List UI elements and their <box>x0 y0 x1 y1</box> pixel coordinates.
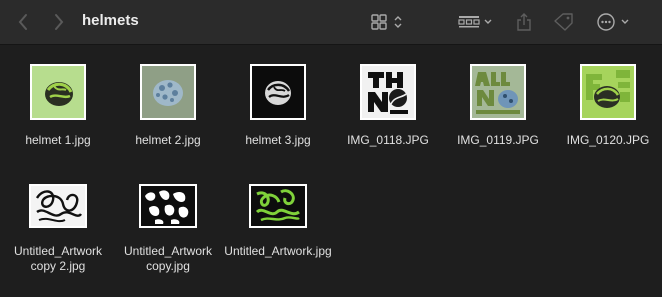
back-button[interactable] <box>12 10 34 34</box>
file-item[interactable]: IMG_0119.JPG <box>443 64 553 164</box>
file-name: helmet 1.jpg <box>25 133 91 147</box>
file-name: IMG_0118.JPG <box>347 133 429 147</box>
share-button[interactable] <box>514 10 534 34</box>
window-title: helmets <box>82 12 139 29</box>
file-name: Untitled_Artwork copy 2.jpg <box>13 244 103 273</box>
file-item[interactable]: helmet 2.jpg <box>113 64 223 164</box>
forward-button[interactable] <box>48 10 70 34</box>
chevron-left-icon <box>18 14 27 30</box>
thumbnail-img-0118 <box>360 64 416 120</box>
file-item[interactable]: IMG_0120.JPG <box>553 64 662 164</box>
tag-icon <box>554 13 573 31</box>
thumbnail-artwork-copy <box>139 184 197 228</box>
thumbnail-img-0119 <box>470 64 526 120</box>
group-by-icon <box>458 16 492 28</box>
file-item[interactable]: Untitled_Artwork copy 2.jpg <box>3 184 113 294</box>
chevron-right-icon <box>55 14 64 30</box>
finder-toolbar: helmets <box>0 0 662 45</box>
share-icon <box>517 13 531 31</box>
file-name: helmet 3.jpg <box>245 133 311 147</box>
thumbnail-helmet-3 <box>250 64 306 120</box>
file-item[interactable]: Untitled_Artwork.jpg <box>223 184 333 294</box>
file-name: IMG_0120.JPG <box>566 133 650 147</box>
ellipsis-circle-icon <box>597 13 629 31</box>
file-grid: helmet 1.jpg helmet 2.jpg helmet 3.jpg I… <box>0 44 662 297</box>
icon-grid-view-icon <box>371 14 402 30</box>
group-by-button[interactable] <box>458 10 496 34</box>
thumbnail-artwork-copy-2 <box>29 184 87 228</box>
file-name: Untitled_Artwork.jpg <box>224 244 332 258</box>
thumbnail-helmet-2 <box>140 64 196 120</box>
thumbnail-helmet-1 <box>30 64 86 120</box>
file-item[interactable]: Untitled_Artwork copy.jpg <box>113 184 223 294</box>
tag-button[interactable] <box>553 10 575 34</box>
thumbnail-artwork <box>249 184 307 228</box>
file-name: Untitled_Artwork copy.jpg <box>123 244 213 273</box>
more-actions-button[interactable] <box>596 10 634 34</box>
view-mode-button[interactable] <box>370 10 410 34</box>
thumbnail-img-0120 <box>580 64 636 120</box>
file-item[interactable]: helmet 1.jpg <box>3 64 113 164</box>
file-item[interactable]: IMG_0118.JPG <box>333 64 443 164</box>
file-name: IMG_0119.JPG <box>457 133 539 147</box>
file-item[interactable]: helmet 3.jpg <box>223 64 333 164</box>
file-name: helmet 2.jpg <box>135 133 201 147</box>
